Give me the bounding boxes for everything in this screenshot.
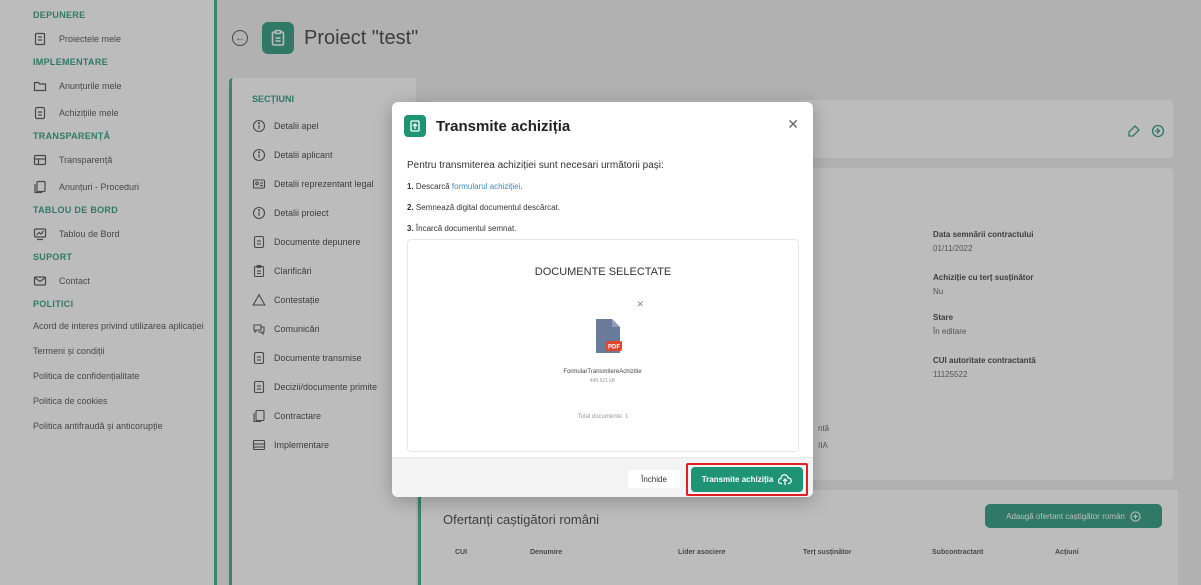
submit-label: Transmite achiziția bbox=[701, 475, 774, 484]
close-button[interactable]: Închide bbox=[628, 470, 680, 488]
close-icon[interactable]: ✕ bbox=[787, 116, 799, 133]
modal-title: Transmite achiziția bbox=[436, 117, 571, 135]
step-suffix: . bbox=[520, 182, 523, 191]
pdf-badge: PDF bbox=[608, 345, 620, 351]
modal-footer: Închide Transmite achiziția bbox=[392, 457, 813, 497]
step-text: Semnează digital documentul descărcat. bbox=[415, 203, 560, 212]
upload-file-icon bbox=[404, 115, 426, 137]
step-text: Descarcă bbox=[415, 182, 452, 191]
pdf-file-icon: PDF bbox=[594, 317, 624, 355]
step-text: Încarcă documentul semnat. bbox=[415, 224, 517, 233]
document-size: 445.621 kB bbox=[589, 378, 616, 384]
document-card: ✕ PDF FormularTransmitereAchizitie 445.6… bbox=[545, 295, 660, 397]
cloud-upload-icon bbox=[778, 473, 793, 486]
document-name: FormularTransmitereAchizitie bbox=[563, 369, 642, 375]
step-item: 1. Descarcă formularul achiziției. bbox=[407, 182, 560, 193]
step-item: 2. Semnează digital documentul descărcat… bbox=[407, 203, 560, 214]
steps-list: 1. Descarcă formularul achiziției. 2. Se… bbox=[407, 182, 560, 245]
selected-documents-title: DOCUMENTE SELECTATE bbox=[534, 266, 672, 278]
download-form-link[interactable]: formularul achiziției bbox=[452, 182, 520, 191]
submit-acquisition-button[interactable]: Transmite achiziția bbox=[691, 467, 803, 492]
documents-total: Total documente: 1 bbox=[577, 414, 629, 420]
modal-intro: Pentru transmiterea achiziției sunt nece… bbox=[407, 160, 664, 171]
modal-header: Transmite achiziția bbox=[404, 115, 570, 137]
step-item: 3. Încarcă documentul semnat. bbox=[407, 224, 560, 235]
step-number: 1. bbox=[407, 182, 414, 191]
submit-acquisition-modal: Transmite achiziția ✕ Pentru transmitere… bbox=[392, 102, 813, 497]
remove-document-icon[interactable]: ✕ bbox=[636, 299, 644, 310]
selected-documents-box: DOCUMENTE SELECTATE ✕ PDF FormularTransm… bbox=[407, 239, 799, 452]
step-number: 3. bbox=[407, 224, 414, 233]
step-number: 2. bbox=[407, 203, 414, 212]
